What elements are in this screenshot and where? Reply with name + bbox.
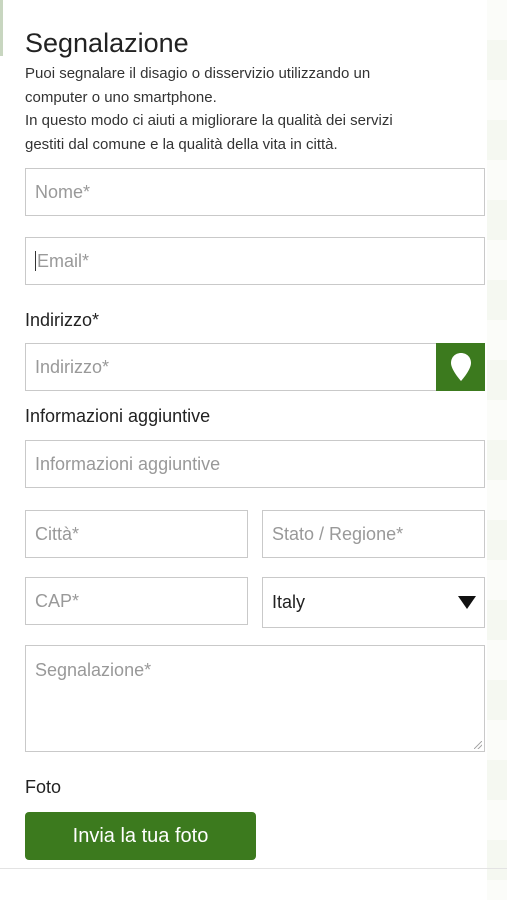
left-accent-bar [0,0,3,56]
cap-placeholder: CAP* [35,590,80,611]
upload-photo-button[interactable]: Invia la tua foto [25,812,256,860]
text-caret [35,251,36,271]
resize-handle-icon[interactable] [474,741,482,749]
info-input[interactable]: Informazioni aggiuntive [25,440,485,488]
nome-placeholder: Nome* [35,181,91,202]
locate-button[interactable] [436,343,485,391]
map-pin-icon [450,353,471,381]
intro-line: gestiti dal comune e la qualità della vi… [25,135,338,153]
country-select[interactable]: Italy [262,577,485,628]
intro-line: Puoi segnalare il disagio o disservizio … [25,65,371,82]
stato-input[interactable]: Stato / Regione* [262,510,485,558]
intro-text: Puoi segnalare il disagio o disservizio … [25,62,445,156]
segnalazione-placeholder: Segnalazione* [35,660,152,680]
email-placeholder: Email* [37,250,90,271]
citta-input[interactable]: Città* [25,510,248,558]
nome-input[interactable]: Nome* [25,168,485,216]
indirizzo-input[interactable]: Indirizzo* [25,343,437,391]
intro-line: computer o uno smartphone. [25,88,217,106]
foto-label: Foto [25,777,62,797]
cap-input[interactable]: CAP* [25,577,248,625]
intro-line: In questo modo ci aiuti a migliorare la … [25,112,393,129]
country-value: Italy [272,592,306,612]
stato-placeholder: Stato / Regione* [272,523,404,544]
email-input[interactable]: Email* [25,237,485,285]
citta-placeholder: Città* [35,523,80,544]
triangle-down-icon [458,596,476,609]
page-title: Segnalazione [25,28,189,58]
info-placeholder: Informazioni aggiuntive [35,453,221,474]
background-decoration [487,0,507,900]
indirizzo-label: Indirizzo* [25,310,100,330]
info-label: Informazioni aggiuntive [25,406,211,426]
segnalazione-textarea[interactable]: Segnalazione* [25,645,485,752]
indirizzo-placeholder: Indirizzo* [35,356,110,377]
divider [0,868,507,869]
